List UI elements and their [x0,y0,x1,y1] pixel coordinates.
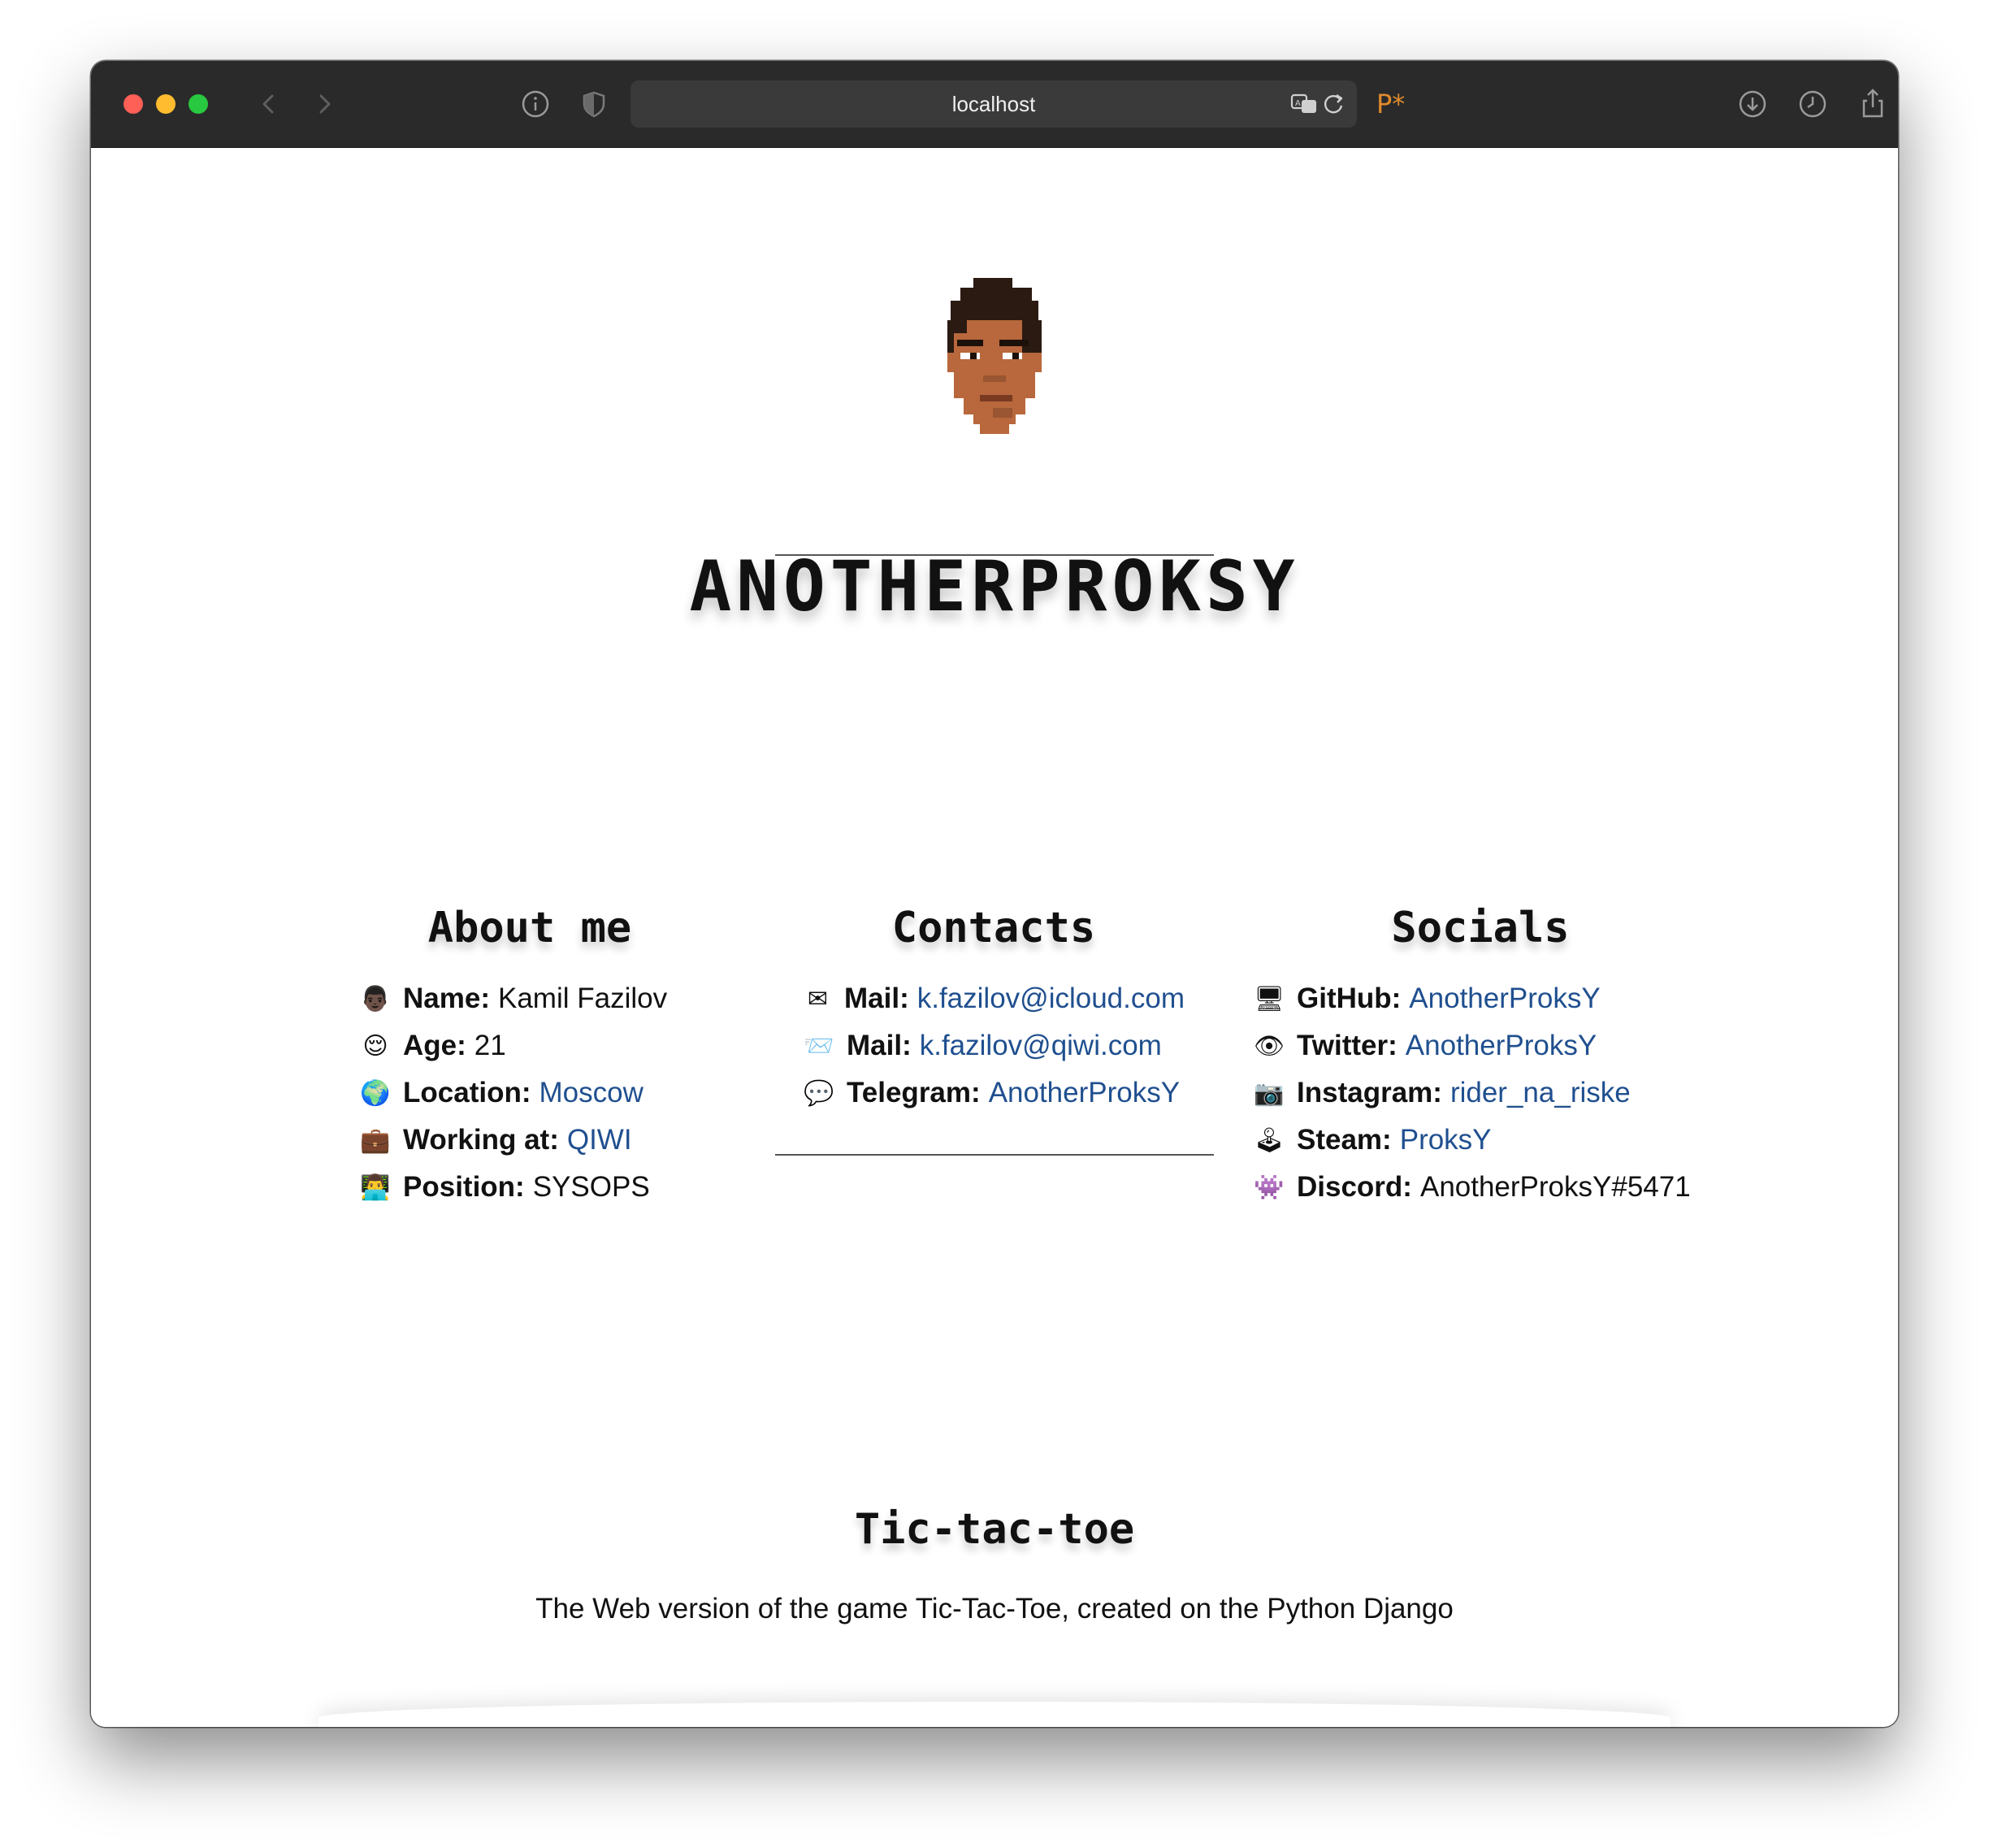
pixel-avatar-image [947,278,1042,434]
alien-monster-icon: 👾 [1254,1173,1285,1202]
socials-item-label: Twitter: [1297,1030,1398,1061]
socials-item-label: Steam: [1297,1124,1392,1156]
about-item-label: Position: [403,1171,525,1203]
site-title: ANOTHERPROKSY [689,546,1300,627]
about-item-label: Name: [403,983,490,1014]
about-list: 👨🏿 Name: Kamil Fazilov 😌 Age: 21 🌍 Location: Mos… [359,975,700,1211]
contacts-item-label: Telegram: [847,1077,981,1108]
about-heading: About me [427,904,632,952]
close-window-button[interactable] [124,94,143,114]
contacts-item-label: Mail: [844,983,909,1014]
privacy-shield-icon[interactable] [575,85,613,123]
technologist-icon: 👨‍💻 [360,1173,391,1202]
socials-heading: Socials [1391,904,1570,952]
browser-window: localhost A P* ANOTHERPROKSY About me 👨🏿… [91,61,1898,1727]
history-clock-icon[interactable] [1794,85,1831,123]
socials-item: 👁 Twitter: AnotherProksY [1253,1022,1708,1069]
project-card-edge [318,1702,1670,1727]
downloads-icon[interactable] [1734,85,1771,123]
extension-p-icon[interactable]: P* [1376,84,1405,124]
about-item: 😌 Age: 21 [359,1022,700,1069]
person-dark-icon: 👨🏿 [360,984,391,1013]
browser-toolbar: localhost A P* [91,61,1898,148]
contacts-item-link[interactable]: k.fazilov@qiwi.com [920,1030,1162,1062]
contacts-section: Contacts ✉ Mail: k.fazilov@icloud.com 📨 Mail… [803,904,1185,1117]
socials-item-value: AnotherProksY#5471 [1419,1171,1691,1203]
contacts-item-link[interactable]: k.fazilov@icloud.com [917,983,1185,1015]
about-item-label: Age: [403,1030,466,1061]
incoming-envelope-icon: 📨 [804,1031,834,1061]
envelope-icon: ✉ [807,984,829,1013]
contacts-item-link[interactable]: AnotherProksY [989,1077,1180,1109]
back-chevron-icon[interactable] [250,85,288,123]
share-icon[interactable] [1854,85,1892,123]
contacts-item: 💬 Telegram: AnotherProksY [803,1069,1185,1117]
joystick-icon: 🕹 [1253,1126,1285,1155]
project-title: Tic-tac-toe [854,1505,1135,1554]
socials-item-link[interactable]: AnotherProksY [1409,983,1600,1015]
svg-text:A: A [1295,99,1301,108]
forward-chevron-icon[interactable] [306,85,343,123]
socials-item: 📷 Instagram: rider_na_riske [1253,1069,1708,1117]
about-item-value: 21 [474,1030,506,1061]
contacts-item-label: Mail: [847,1030,912,1061]
contacts-heading: Contacts [891,904,1096,952]
about-item-label: Working at: [403,1124,559,1156]
about-item: 🌍 Location: Moscow [359,1069,700,1117]
face-icon: 😌 [362,1031,388,1061]
socials-item-link[interactable]: AnotherProksY [1406,1030,1597,1062]
speech-bubble-icon: 💬 [804,1078,834,1108]
about-item: 💼 Working at: QIWI [359,1117,700,1164]
about-item: 👨🏿 Name: Kamil Fazilov [359,975,700,1022]
about-item-link[interactable]: Moscow [539,1077,643,1109]
address-text: localhost [951,91,1036,116]
project-description: The Web version of the game Tic-Tac-Toe,… [535,1593,1454,1625]
about-item-label: Location: [403,1077,531,1108]
socials-section: Socials 🖥 GitHub: AnotherProksY 👁 Twitter: An… [1253,904,1708,1211]
socials-item-label: Discord: [1297,1171,1412,1203]
reload-icon[interactable] [1315,85,1352,123]
socials-item: 🕹 Steam: ProksY [1253,1117,1708,1164]
camera-icon: 📷 [1254,1078,1285,1108]
socials-item: 👾 Discord: AnotherProksY#5471 [1253,1164,1708,1211]
socials-item-label: GitHub: [1297,983,1402,1014]
socials-item-link[interactable]: ProksY [1400,1124,1492,1156]
about-section: About me 👨🏿 Name: Kamil Fazilov 😌 Age: 21 🌍 Loc… [359,904,700,1211]
address-bar[interactable]: localhost A [630,80,1357,128]
contacts-item: 📨 Mail: k.fazilov@qiwi.com [803,1022,1185,1069]
contacts-list: ✉ Mail: k.fazilov@icloud.com 📨 Mail: k.fazilo… [803,975,1185,1117]
socials-item: 🖥 GitHub: AnotherProksY [1253,975,1708,1022]
briefcase-icon: 💼 [360,1126,391,1155]
contacts-item: ✉ Mail: k.fazilov@icloud.com [803,975,1185,1022]
about-item-link[interactable]: QIWI [567,1124,632,1156]
globe-icon: 🌍 [360,1078,391,1108]
minimize-window-button[interactable] [156,94,176,114]
page-content: ANOTHERPROKSY About me 👨🏿 Name: Kamil Fazi… [91,148,1898,1727]
maximize-window-button[interactable] [188,94,208,114]
socials-item-label: Instagram: [1297,1077,1442,1108]
about-item-value: Kamil Fazilov [497,983,668,1014]
divider-top [775,554,1214,556]
divider-bottom [775,1154,1214,1156]
socials-item-link[interactable]: rider_na_riske [1450,1077,1631,1109]
info-icon[interactable] [517,85,554,123]
socials-list: 🖥 GitHub: AnotherProksY 👁 Twitter: AnotherPro… [1253,975,1708,1211]
desktop-computer-icon: 🖥 [1253,984,1285,1013]
eye-icon: 👁 [1253,1031,1285,1061]
about-item-value: SYSOPS [532,1171,650,1203]
about-item: 👨‍💻 Position: SYSOPS [359,1164,700,1211]
